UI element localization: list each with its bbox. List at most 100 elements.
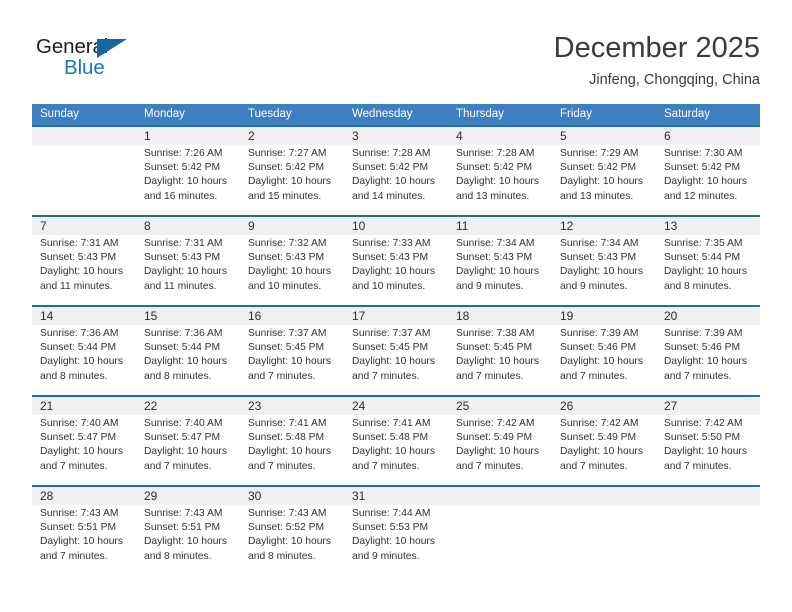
- day-number[interactable]: [656, 487, 760, 505]
- day-cell[interactable]: Sunrise: 7:40 AM Sunset: 5:47 PM Dayligh…: [136, 415, 240, 485]
- day-cell[interactable]: Sunrise: 7:38 AM Sunset: 5:45 PM Dayligh…: [448, 325, 552, 395]
- day-cell[interactable]: [32, 145, 136, 215]
- day-number[interactable]: 12: [552, 217, 656, 235]
- daylight-text-line1: Daylight: 10 hours: [248, 446, 331, 458]
- day-cell[interactable]: Sunrise: 7:35 AM Sunset: 5:44 PM Dayligh…: [656, 235, 760, 305]
- sunset-text: Sunset: 5:43 PM: [248, 252, 325, 264]
- generalblue-logo[interactable]: General Blue: [36, 36, 166, 88]
- day-number[interactable]: 18: [448, 307, 552, 325]
- sunrise-text: Sunrise: 7:36 AM: [144, 328, 223, 339]
- day-cell[interactable]: [448, 505, 552, 575]
- weekday-header-monday: Monday: [144, 108, 185, 120]
- day-cell[interactable]: Sunrise: 7:30 AM Sunset: 5:42 PM Dayligh…: [656, 145, 760, 215]
- day-cell[interactable]: Sunrise: 7:36 AM Sunset: 5:44 PM Dayligh…: [32, 325, 136, 395]
- day-cell[interactable]: Sunrise: 7:36 AM Sunset: 5:44 PM Dayligh…: [136, 325, 240, 395]
- day-cell[interactable]: Sunrise: 7:27 AM Sunset: 5:42 PM Dayligh…: [240, 145, 344, 215]
- day-number[interactable]: 22: [136, 397, 240, 415]
- sunrise-text: Sunrise: 7:42 AM: [456, 418, 535, 429]
- day-number[interactable]: 3: [344, 127, 448, 145]
- sunrise-text: Sunrise: 7:42 AM: [560, 418, 639, 429]
- daylight-text-line2: and 12 minutes.: [664, 190, 738, 202]
- sunset-text: Sunset: 5:42 PM: [248, 162, 325, 174]
- day-cell[interactable]: Sunrise: 7:34 AM Sunset: 5:43 PM Dayligh…: [552, 235, 656, 305]
- day-number[interactable]: 28: [32, 487, 136, 505]
- day-number[interactable]: 1: [136, 127, 240, 145]
- title-block: December 2025 Jinfeng, Chongqing, China: [554, 30, 760, 91]
- day-cell[interactable]: Sunrise: 7:43 AM Sunset: 5:52 PM Dayligh…: [240, 505, 344, 575]
- day-cell[interactable]: Sunrise: 7:32 AM Sunset: 5:43 PM Dayligh…: [240, 235, 344, 305]
- daylight-text-line2: and 7 minutes.: [248, 370, 316, 382]
- day-cell[interactable]: Sunrise: 7:34 AM Sunset: 5:43 PM Dayligh…: [448, 235, 552, 305]
- day-cell[interactable]: Sunrise: 7:41 AM Sunset: 5:48 PM Dayligh…: [344, 415, 448, 485]
- sunset-text: Sunset: 5:46 PM: [560, 342, 637, 354]
- day-number[interactable]: 21: [32, 397, 136, 415]
- day-number[interactable]: 5: [552, 127, 656, 145]
- day-cell[interactable]: Sunrise: 7:42 AM Sunset: 5:49 PM Dayligh…: [448, 415, 552, 485]
- day-number[interactable]: [448, 487, 552, 505]
- day-cell[interactable]: Sunrise: 7:26 AM Sunset: 5:42 PM Dayligh…: [136, 145, 240, 215]
- day-cell[interactable]: Sunrise: 7:44 AM Sunset: 5:53 PM Dayligh…: [344, 505, 448, 575]
- daylight-text-line2: and 11 minutes.: [40, 280, 113, 292]
- day-number[interactable]: 4: [448, 127, 552, 145]
- sunrise-text: Sunrise: 7:33 AM: [352, 238, 431, 249]
- day-cell[interactable]: Sunrise: 7:37 AM Sunset: 5:45 PM Dayligh…: [240, 325, 344, 395]
- daylight-text-line1: Daylight: 10 hours: [248, 176, 331, 188]
- day-cell[interactable]: Sunrise: 7:39 AM Sunset: 5:46 PM Dayligh…: [552, 325, 656, 395]
- sunset-text: Sunset: 5:45 PM: [352, 342, 429, 354]
- day-number[interactable]: 24: [344, 397, 448, 415]
- day-number[interactable]: 8: [136, 217, 240, 235]
- day-number[interactable]: 20: [656, 307, 760, 325]
- day-number[interactable]: 2: [240, 127, 344, 145]
- day-number[interactable]: 27: [656, 397, 760, 415]
- day-number[interactable]: [552, 487, 656, 505]
- sunset-text: Sunset: 5:53 PM: [352, 522, 429, 534]
- day-number[interactable]: 31: [344, 487, 448, 505]
- daylight-text-line2: and 15 minutes.: [248, 190, 322, 202]
- day-number[interactable]: 14: [32, 307, 136, 325]
- day-number[interactable]: [32, 127, 136, 145]
- sunset-text: Sunset: 5:42 PM: [664, 162, 741, 174]
- day-cell[interactable]: Sunrise: 7:28 AM Sunset: 5:42 PM Dayligh…: [344, 145, 448, 215]
- day-number[interactable]: 29: [136, 487, 240, 505]
- day-cell[interactable]: Sunrise: 7:40 AM Sunset: 5:47 PM Dayligh…: [32, 415, 136, 485]
- sunrise-text: Sunrise: 7:28 AM: [352, 148, 431, 159]
- day-cell[interactable]: Sunrise: 7:33 AM Sunset: 5:43 PM Dayligh…: [344, 235, 448, 305]
- day-cell[interactable]: Sunrise: 7:28 AM Sunset: 5:42 PM Dayligh…: [448, 145, 552, 215]
- day-cell[interactable]: Sunrise: 7:31 AM Sunset: 5:43 PM Dayligh…: [136, 235, 240, 305]
- day-number[interactable]: 26: [552, 397, 656, 415]
- day-cell[interactable]: [552, 505, 656, 575]
- day-number[interactable]: 19: [552, 307, 656, 325]
- day-cell[interactable]: Sunrise: 7:31 AM Sunset: 5:43 PM Dayligh…: [32, 235, 136, 305]
- day-cell[interactable]: Sunrise: 7:41 AM Sunset: 5:48 PM Dayligh…: [240, 415, 344, 485]
- day-number[interactable]: 15: [136, 307, 240, 325]
- day-cell[interactable]: Sunrise: 7:43 AM Sunset: 5:51 PM Dayligh…: [32, 505, 136, 575]
- day-cell[interactable]: Sunrise: 7:43 AM Sunset: 5:51 PM Dayligh…: [136, 505, 240, 575]
- day-cell[interactable]: [656, 505, 760, 575]
- day-number[interactable]: 30: [240, 487, 344, 505]
- day-cell[interactable]: Sunrise: 7:39 AM Sunset: 5:46 PM Dayligh…: [656, 325, 760, 395]
- day-number[interactable]: 7: [32, 217, 136, 235]
- sunrise-text: Sunrise: 7:44 AM: [352, 508, 431, 519]
- day-cell[interactable]: Sunrise: 7:42 AM Sunset: 5:50 PM Dayligh…: [656, 415, 760, 485]
- day-number[interactable]: 17: [344, 307, 448, 325]
- day-cell[interactable]: Sunrise: 7:37 AM Sunset: 5:45 PM Dayligh…: [344, 325, 448, 395]
- day-number[interactable]: 10: [344, 217, 448, 235]
- day-cell[interactable]: Sunrise: 7:42 AM Sunset: 5:49 PM Dayligh…: [552, 415, 656, 485]
- day-number[interactable]: 11: [448, 217, 552, 235]
- day-number[interactable]: 9: [240, 217, 344, 235]
- sunset-text: Sunset: 5:44 PM: [40, 342, 117, 354]
- day-number[interactable]: 16: [240, 307, 344, 325]
- daylight-text-line1: Daylight: 10 hours: [144, 536, 227, 548]
- daylight-text-line2: and 7 minutes.: [40, 550, 108, 562]
- day-number[interactable]: 25: [448, 397, 552, 415]
- day-detail-row: Sunrise: 7:43 AM Sunset: 5:51 PM Dayligh…: [32, 505, 760, 575]
- sunset-text: Sunset: 5:45 PM: [456, 342, 533, 354]
- day-number[interactable]: 23: [240, 397, 344, 415]
- sunrise-text: Sunrise: 7:32 AM: [248, 238, 327, 249]
- daylight-text-line2: and 16 minutes.: [144, 190, 218, 202]
- day-number[interactable]: 13: [656, 217, 760, 235]
- daylight-text-line1: Daylight: 10 hours: [560, 176, 643, 188]
- day-cell[interactable]: Sunrise: 7:29 AM Sunset: 5:42 PM Dayligh…: [552, 145, 656, 215]
- sunset-text: Sunset: 5:43 PM: [560, 252, 637, 264]
- day-number[interactable]: 6: [656, 127, 760, 145]
